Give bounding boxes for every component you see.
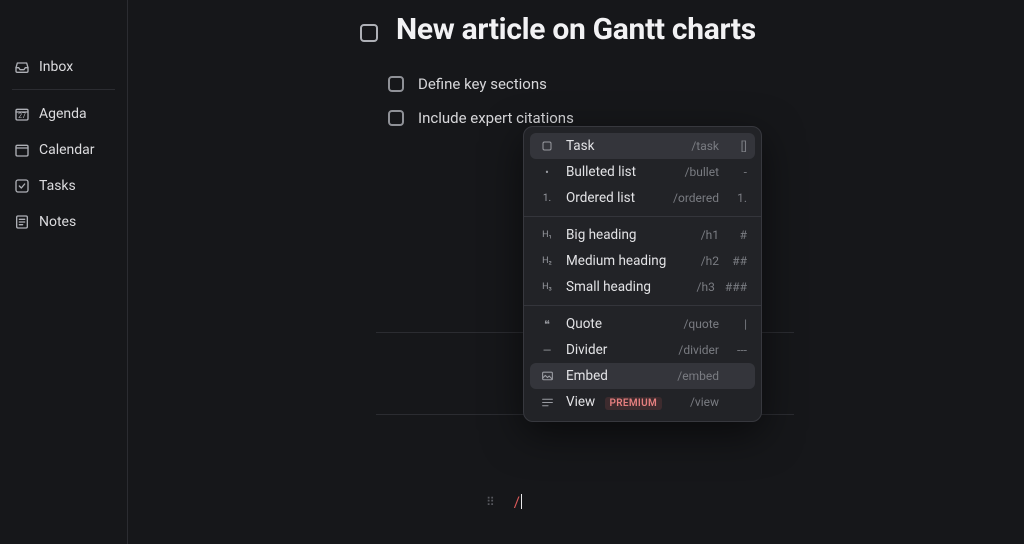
menu-item-command: /ordered	[673, 191, 719, 205]
menu-item-bulleted-list[interactable]: • Bulleted list /bullet -	[530, 159, 755, 185]
menu-item-shortcut: |	[729, 317, 747, 331]
task-row[interactable]: Define key sections	[388, 75, 1024, 93]
menu-item-label: View PREMIUM	[566, 394, 690, 410]
menu-item-label: Small heading	[566, 279, 697, 295]
menu-item-divider[interactable]: — Divider /divider ---	[530, 337, 755, 363]
menu-item-shortcut: ##	[729, 254, 747, 268]
task-label: Define key sections	[418, 75, 547, 93]
task-checkbox[interactable]	[388, 110, 404, 126]
checkbox-icon	[538, 140, 556, 152]
document-title[interactable]: New article on Gantt charts	[396, 12, 756, 47]
premium-badge: PREMIUM	[605, 397, 662, 410]
slash-command-menu: Task /task [] • Bulleted list /bullet - …	[523, 126, 762, 422]
menu-item-label: Ordered list	[566, 190, 673, 206]
tray-icon	[14, 59, 30, 75]
h3-icon: H₃	[538, 282, 556, 292]
menu-item-command: /h1	[701, 228, 719, 242]
menu-item-embed[interactable]: Embed /embed	[530, 363, 755, 389]
menu-item-command: /bullet	[685, 165, 719, 179]
menu-item-command: /h2	[701, 254, 719, 268]
task-row[interactable]: Include expert citations	[388, 109, 1024, 127]
menu-item-label: Big heading	[566, 227, 701, 243]
sidebar-item-label: Notes	[39, 214, 76, 230]
slash-input[interactable]: /	[514, 493, 522, 511]
sidebar-item-label: Inbox	[39, 59, 73, 75]
menu-item-shortcut: 1.	[729, 191, 747, 205]
menu-item-command: /task	[691, 139, 719, 153]
note-icon	[14, 214, 30, 230]
menu-item-h1[interactable]: H₁ Big heading /h1 #	[530, 222, 755, 248]
sidebar-item-label: Calendar	[39, 142, 95, 158]
sidebar-item-agenda[interactable]: 27 Agenda	[12, 100, 115, 128]
calendar-icon	[14, 142, 30, 158]
menu-item-command: /view	[690, 395, 719, 409]
view-icon	[538, 396, 556, 409]
menu-item-label: Divider	[566, 342, 678, 358]
menu-item-command: /divider	[678, 343, 719, 357]
drag-handle-icon[interactable]: ⠿	[486, 495, 496, 509]
menu-item-command: /h3	[697, 280, 715, 294]
h2-icon: H₂	[538, 256, 556, 266]
menu-item-ordered-list[interactable]: 1. Ordered list /ordered 1.	[530, 185, 755, 211]
main-editor: New article on Gantt charts Define key s…	[128, 0, 1024, 544]
task-label: Include expert citations	[418, 109, 574, 127]
bullet-icon: •	[538, 166, 556, 179]
embed-icon	[538, 370, 556, 383]
menu-item-shortcut: ---	[729, 343, 747, 357]
sidebar-item-calendar[interactable]: Calendar	[12, 136, 115, 164]
document-title-row: New article on Gantt charts	[360, 0, 1024, 47]
sidebar-item-label: Tasks	[39, 178, 76, 194]
menu-item-label: Medium heading	[566, 253, 701, 269]
sidebar-separator	[12, 89, 115, 90]
menu-item-label: Embed	[566, 368, 677, 384]
menu-item-command: /embed	[677, 369, 719, 383]
quote-icon: ❝	[538, 318, 556, 331]
menu-item-command: /quote	[683, 317, 719, 331]
menu-item-view[interactable]: View PREMIUM /view	[530, 389, 755, 415]
menu-item-shortcut: []	[729, 139, 747, 153]
menu-item-shortcut: #	[729, 228, 747, 242]
menu-item-shortcut: ###	[725, 280, 747, 294]
menu-item-label: Bulleted list	[566, 164, 685, 180]
task-checkbox[interactable]	[388, 76, 404, 92]
menu-item-h3[interactable]: H₃ Small heading /h3 ###	[530, 274, 755, 300]
divider-icon: —	[538, 344, 556, 357]
h1-icon: H₁	[538, 230, 556, 240]
menu-item-task[interactable]: Task /task []	[530, 133, 755, 159]
check-square-icon	[14, 178, 30, 194]
sidebar-item-label: Agenda	[39, 106, 87, 122]
title-checkbox[interactable]	[360, 24, 378, 42]
sidebar-item-tasks[interactable]: Tasks	[12, 172, 115, 200]
menu-item-label: Task	[566, 138, 691, 154]
slash-trigger-row[interactable]: ⠿ /	[486, 493, 522, 511]
calendar-day-icon: 27	[14, 106, 30, 122]
menu-item-shortcut: -	[729, 165, 747, 179]
menu-item-h2[interactable]: H₂ Medium heading /h2 ##	[530, 248, 755, 274]
sidebar-item-inbox[interactable]: Inbox	[12, 53, 115, 81]
sidebar: Inbox 27 Agenda Calendar Tasks	[0, 0, 128, 544]
menu-item-label: Quote	[566, 316, 683, 332]
ordered-icon: 1.	[538, 193, 556, 204]
menu-item-quote[interactable]: ❝ Quote /quote |	[530, 311, 755, 337]
menu-separator	[524, 305, 761, 306]
menu-separator	[524, 216, 761, 217]
sidebar-item-notes[interactable]: Notes	[12, 208, 115, 236]
